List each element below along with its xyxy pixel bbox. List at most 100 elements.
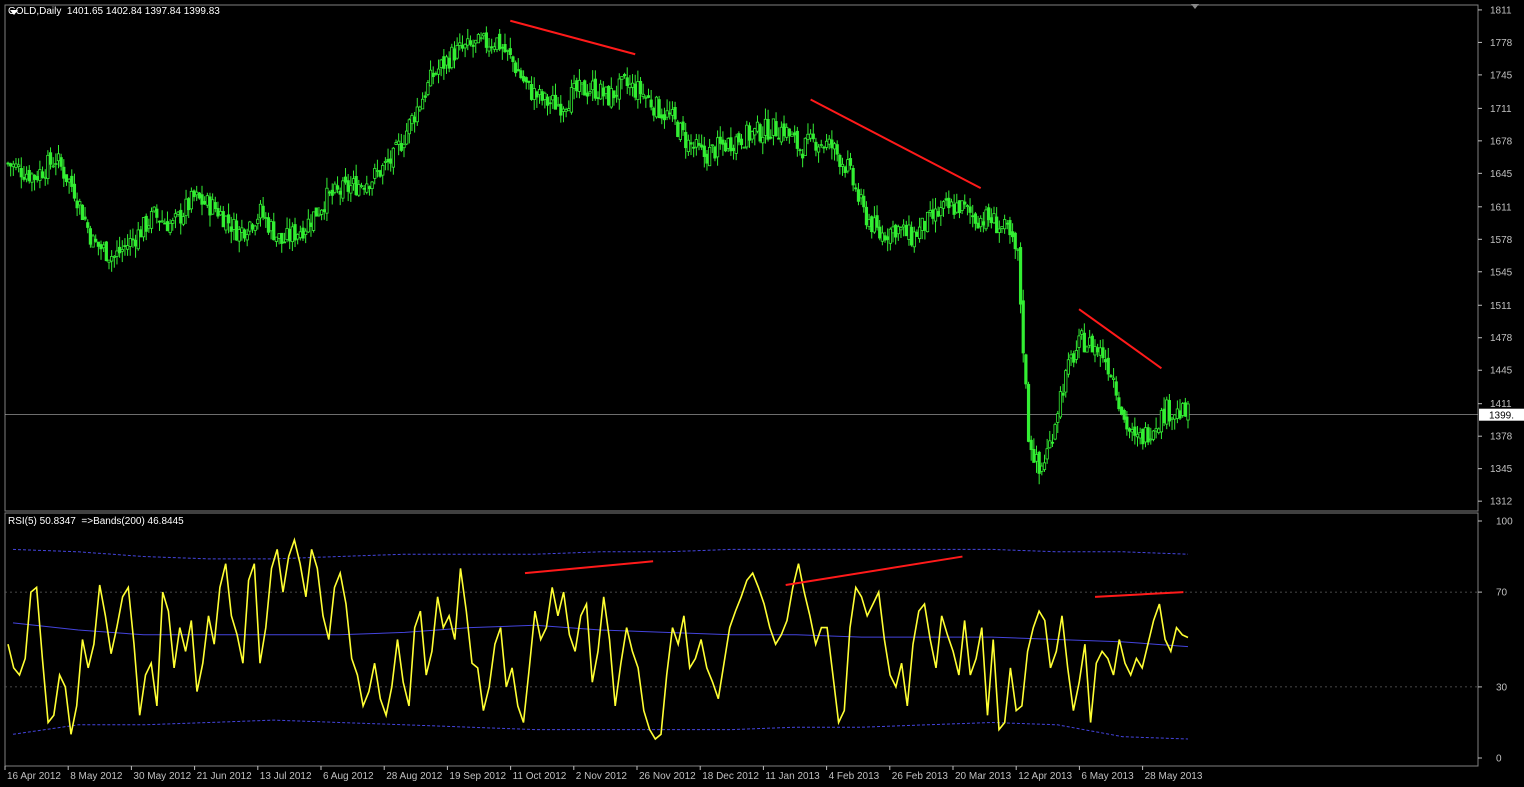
candle-body <box>910 226 914 246</box>
chart-canvas[interactable]: 1811 1778 1745 1711 1678 1645 1611 1578 1545 1511… <box>0 0 1524 782</box>
candle-body <box>622 74 627 77</box>
candle-body <box>641 93 645 97</box>
candle-body <box>492 46 496 50</box>
candle-body <box>925 211 930 233</box>
candle-body <box>747 125 752 141</box>
candle-body <box>880 232 884 242</box>
candle-body <box>976 222 980 229</box>
candle-body <box>567 108 571 112</box>
candle-body <box>607 85 611 106</box>
candle-body <box>936 211 940 217</box>
candle-body <box>955 202 959 213</box>
rsi-panel-border <box>4 512 1479 767</box>
candle-body <box>620 76 624 80</box>
rsi-axis-label: 30 <box>1496 682 1508 693</box>
rsi-trendline <box>1094 591 1184 598</box>
candle-body <box>723 142 728 152</box>
candle-body <box>56 153 61 162</box>
candle-body <box>221 211 225 228</box>
rsi-trendline <box>785 555 963 586</box>
candle-body <box>1119 406 1124 415</box>
candle-body <box>708 146 712 167</box>
candle-body <box>22 176 26 180</box>
rsi-axis-label: 0 <box>1496 754 1502 765</box>
candle-body <box>258 203 263 219</box>
candle-body <box>394 142 398 145</box>
candle-body <box>1157 428 1161 434</box>
x-axis-label: 11 Jan 2013 <box>765 771 820 782</box>
candle-body <box>487 46 491 52</box>
candle-body <box>968 206 972 213</box>
candle-body <box>1056 413 1060 423</box>
candle-body <box>325 187 329 214</box>
candle-body <box>1032 448 1036 463</box>
chart-window[interactable]: 1811 1778 1745 1711 1678 1645 1611 1578 1545 1511… <box>0 0 1524 782</box>
candle-body <box>1024 354 1028 385</box>
candle-body <box>306 218 310 233</box>
candle-body <box>168 222 172 233</box>
candle-body <box>149 211 154 229</box>
candle-body <box>216 208 220 217</box>
candle-body <box>171 220 175 224</box>
candle-body <box>415 106 419 123</box>
candle-body <box>1010 231 1015 238</box>
candle-body <box>997 228 1001 233</box>
candle-body <box>139 229 143 238</box>
price-info-label: GOLD,Daily 1401.65 1402.84 1397.84 1399.… <box>8 6 220 17</box>
candle-body <box>896 226 900 235</box>
rsi-value-label: RSI(5) 50.8347 <box>8 516 76 527</box>
candle-body <box>1021 300 1025 354</box>
candle-body <box>407 119 411 135</box>
candle-body <box>702 145 706 157</box>
candle-body <box>745 124 749 148</box>
candle-body <box>867 219 871 228</box>
candle-body <box>1029 439 1033 451</box>
candle-body <box>604 86 608 95</box>
candle-body <box>1151 430 1156 440</box>
candle-body <box>585 92 589 97</box>
candle-body <box>67 178 71 183</box>
price-axis-label: 1678 <box>1490 136 1513 147</box>
candle-body <box>141 217 146 238</box>
candle-body <box>264 217 268 220</box>
candle-body <box>1173 414 1177 420</box>
candle-body <box>816 146 821 153</box>
candle-body <box>1127 428 1132 432</box>
candle-body <box>213 202 217 210</box>
candle-body <box>1117 397 1121 410</box>
candle-body <box>984 209 988 230</box>
x-axis-label: 11 Oct 2012 <box>513 771 567 782</box>
candle-body <box>1143 427 1148 443</box>
candle-body <box>692 146 696 149</box>
candle-body <box>78 201 82 206</box>
candle-body <box>86 222 90 228</box>
candle-body <box>242 229 247 239</box>
candle-body <box>72 183 77 199</box>
candle-body <box>1074 350 1078 360</box>
price-axis-label: 1811 <box>1490 5 1512 16</box>
candle-body <box>349 185 353 194</box>
bands-value-label: =>Bands(200) 46.8445 <box>81 516 184 527</box>
candle-body <box>471 44 475 47</box>
candle-body <box>793 132 797 136</box>
candle-body <box>864 206 869 226</box>
candle-body <box>529 84 534 100</box>
candle-body <box>211 199 215 215</box>
candle-body <box>676 121 680 137</box>
candle-body <box>649 99 653 108</box>
candle-body <box>274 236 279 242</box>
candle-body <box>851 167 855 186</box>
candle-body <box>476 34 481 44</box>
candle-body <box>365 183 369 193</box>
current-price-label: 1399. <box>1489 411 1514 422</box>
candle-body <box>1037 451 1041 474</box>
candle-body <box>1090 335 1094 353</box>
candle-body <box>782 123 786 137</box>
candle-body <box>147 225 151 229</box>
candle-body <box>583 80 587 96</box>
candle-body <box>593 78 597 99</box>
candle-body <box>1186 403 1190 421</box>
x-axis-label: 12 Apr 2013 <box>1018 771 1072 782</box>
candle-body <box>902 224 906 228</box>
rsi-trendline <box>524 560 654 575</box>
